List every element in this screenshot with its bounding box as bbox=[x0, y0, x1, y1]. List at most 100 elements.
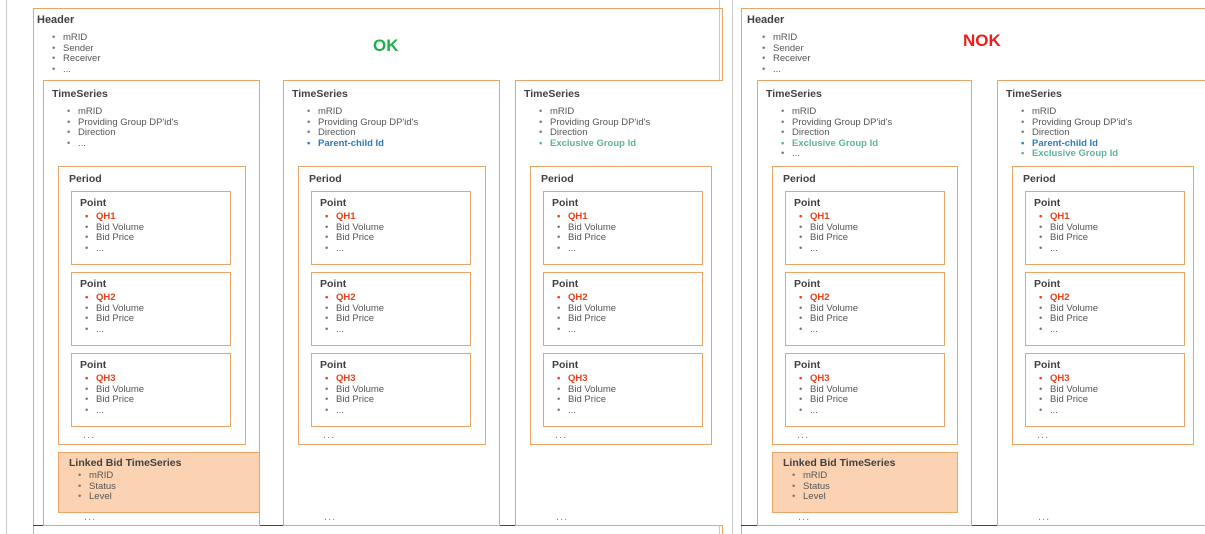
point-field: Bid Price bbox=[556, 394, 616, 406]
point-field: Bid Price bbox=[556, 232, 616, 244]
timeseries-field: mRID bbox=[66, 106, 178, 118]
timeseries-box: TimeSeries mRID Providing Group DP'id's … bbox=[515, 80, 723, 526]
header-field: mRID bbox=[51, 32, 101, 44]
point-field: ... bbox=[556, 243, 616, 255]
point-title: Point bbox=[320, 197, 347, 209]
point-field: ... bbox=[556, 324, 616, 336]
point-box: Point QH2 Bid Volume Bid Price ... bbox=[785, 272, 945, 346]
timeseries-field: ... bbox=[780, 148, 892, 160]
point-field: Bid Price bbox=[798, 394, 858, 406]
points-ellipsis: ... bbox=[1037, 429, 1050, 441]
timeseries-ellipsis: ... bbox=[556, 511, 569, 523]
qh-field: QH2 bbox=[324, 292, 384, 304]
period-box: Period Point QH1 Bid Volume Bid Price ..… bbox=[1012, 166, 1194, 445]
timeseries-title: TimeSeries bbox=[292, 88, 348, 100]
qh-field: QH3 bbox=[324, 373, 384, 385]
exclusive-group-id-field: Exclusive Group Id bbox=[538, 138, 650, 150]
point-field: Bid Price bbox=[1038, 232, 1098, 244]
linked-title: Linked Bid TimeSeries bbox=[69, 457, 182, 469]
point-field: ... bbox=[84, 324, 144, 336]
timeseries-title: TimeSeries bbox=[766, 88, 822, 100]
linked-field: Level bbox=[791, 491, 830, 503]
timeseries-field-list: mRID Providing Group DP'id's Direction E… bbox=[780, 106, 892, 160]
linked-field: mRID bbox=[77, 470, 116, 482]
point-title: Point bbox=[794, 359, 821, 371]
point-field-list: QH2 Bid Volume Bid Price ... bbox=[556, 292, 616, 336]
period-title: Period bbox=[1023, 173, 1056, 185]
point-field: Bid Price bbox=[324, 394, 384, 406]
qh-field: QH3 bbox=[84, 373, 144, 385]
point-field-list: QH3 Bid Volume Bid Price ... bbox=[1038, 373, 1098, 417]
header-field: ... bbox=[51, 64, 101, 76]
point-field: ... bbox=[1038, 243, 1098, 255]
timeseries-field: Direction bbox=[780, 127, 892, 139]
point-field-list: QH2 Bid Volume Bid Price ... bbox=[324, 292, 384, 336]
point-title: Point bbox=[80, 359, 107, 371]
points-ellipsis: ... bbox=[555, 429, 568, 441]
point-field: Bid Price bbox=[798, 232, 858, 244]
header-field: Receiver bbox=[51, 53, 101, 65]
timeseries-box: TimeSeries mRID Providing Group DP'id's … bbox=[757, 80, 972, 526]
point-box: Point QH1 Bid Volume Bid Price ... bbox=[71, 191, 231, 265]
point-field: ... bbox=[1038, 405, 1098, 417]
linked-field-list: mRID Status Level bbox=[791, 470, 830, 503]
header-field: ... bbox=[761, 64, 811, 76]
timeseries-ellipsis: ... bbox=[798, 511, 811, 523]
qh-field: QH3 bbox=[1038, 373, 1098, 385]
point-title: Point bbox=[80, 197, 107, 209]
qh-field: QH1 bbox=[556, 211, 616, 223]
point-field-list: QH1 Bid Volume Bid Price ... bbox=[1038, 211, 1098, 255]
point-title: Point bbox=[794, 197, 821, 209]
period-title: Period bbox=[541, 173, 574, 185]
period-title: Period bbox=[783, 173, 816, 185]
timeseries-field-list: mRID Providing Group DP'id's Direction P… bbox=[1020, 106, 1132, 160]
point-field-list: QH3 Bid Volume Bid Price ... bbox=[84, 373, 144, 416]
points-ellipsis: ... bbox=[797, 429, 810, 441]
timeseries-field-list: mRID Providing Group DP'id's Direction E… bbox=[538, 106, 650, 150]
qh-field: QH2 bbox=[556, 292, 616, 304]
point-box: Point QH3 Bid Volume Bid Price ... bbox=[71, 353, 231, 427]
nok-panel: Header mRID Sender Receiver ... NOK Time… bbox=[732, 0, 1205, 534]
point-field: ... bbox=[798, 324, 858, 336]
timeseries-field-list: mRID Providing Group DP'id's Direction .… bbox=[66, 106, 178, 150]
timeseries-field: Direction bbox=[1020, 127, 1132, 139]
point-title: Point bbox=[552, 359, 579, 371]
point-title: Point bbox=[320, 278, 347, 290]
timeseries-title: TimeSeries bbox=[52, 88, 108, 100]
point-field: Bid Price bbox=[84, 394, 144, 406]
point-field-list: QH2 Bid Volume Bid Price ... bbox=[1038, 292, 1098, 335]
point-box: Point QH1 Bid Volume Bid Price ... bbox=[311, 191, 471, 265]
points-ellipsis: ... bbox=[323, 429, 336, 441]
timeseries-field: Direction bbox=[306, 127, 418, 139]
point-title: Point bbox=[552, 278, 579, 290]
period-title: Period bbox=[69, 173, 102, 185]
point-box: Point QH2 Bid Volume Bid Price ... bbox=[311, 272, 471, 346]
point-field-list: QH1 Bid Volume Bid Price ... bbox=[556, 211, 616, 255]
point-field-list: QH3 Bid Volume Bid Price ... bbox=[556, 373, 616, 416]
point-title: Point bbox=[320, 359, 347, 371]
point-field: ... bbox=[324, 324, 384, 336]
timeseries-field: mRID bbox=[538, 106, 650, 118]
timeseries-box: TimeSeries mRID Providing Group DP'id's … bbox=[43, 80, 260, 526]
timeseries-field: ... bbox=[66, 138, 178, 150]
header-field: mRID bbox=[761, 32, 811, 44]
header-title: Header bbox=[747, 14, 785, 26]
point-title: Point bbox=[1034, 278, 1061, 290]
timeseries-field: Direction bbox=[66, 127, 178, 139]
timeseries-box: TimeSeries mRID Providing Group DP'id's … bbox=[997, 80, 1205, 526]
point-box: Point QH1 Bid Volume Bid Price ... bbox=[543, 191, 703, 265]
period-box: Period Point QH1 Bid Volume Bid Price ..… bbox=[530, 166, 712, 445]
point-title: Point bbox=[1034, 197, 1061, 209]
point-field-list: QH1 Bid Volume Bid Price ... bbox=[324, 211, 384, 254]
point-field-list: QH2 Bid Volume Bid Price ... bbox=[84, 292, 144, 336]
parent-child-id-field: Parent-child Id bbox=[306, 138, 418, 150]
ok-panel: Header mRID Sender Receiver ... OK TimeS… bbox=[6, 0, 723, 534]
qh-field: QH2 bbox=[798, 292, 858, 304]
qh-field: QH1 bbox=[84, 211, 144, 223]
point-title: Point bbox=[1034, 359, 1061, 371]
point-field: Bid Price bbox=[1038, 313, 1098, 325]
point-box: Point QH3 Bid Volume Bid Price ... bbox=[1025, 353, 1185, 427]
timeseries-title: TimeSeries bbox=[524, 88, 580, 100]
point-field-list: QH3 Bid Volume Bid Price ... bbox=[798, 373, 858, 416]
header-title: Header bbox=[37, 14, 75, 26]
